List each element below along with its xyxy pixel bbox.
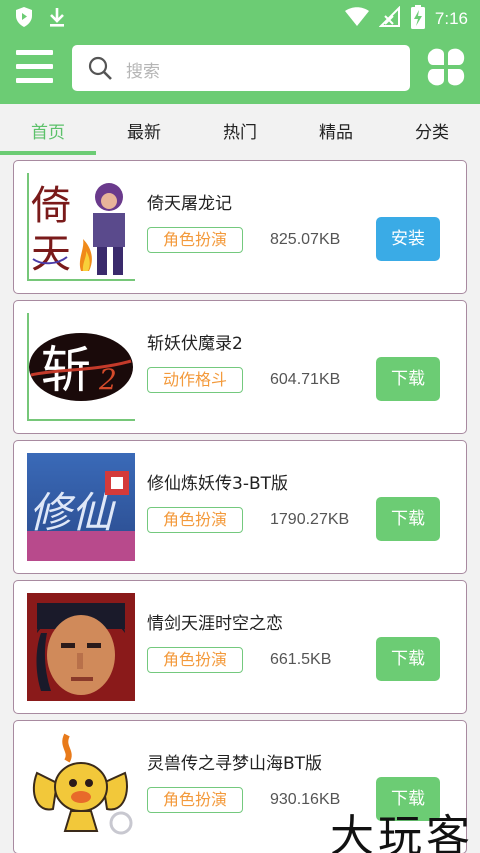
category-tag: 角色扮演 bbox=[147, 647, 243, 673]
tab-indicator bbox=[0, 151, 96, 155]
search-icon bbox=[88, 56, 112, 80]
game-title: 斩妖伏魔录2 bbox=[147, 334, 243, 354]
watermark: 大玩客 bbox=[330, 811, 474, 853]
game-title: 倚天屠龙记 bbox=[147, 194, 232, 214]
category-tag: 角色扮演 bbox=[147, 227, 243, 253]
hamburger-menu-icon[interactable] bbox=[16, 50, 53, 84]
game-title: 灵兽传之寻梦山海BT版 bbox=[147, 754, 323, 774]
search-input[interactable]: 搜索 bbox=[72, 45, 410, 91]
game0-thumb-char-1: 倚 bbox=[31, 183, 71, 229]
game-icon: 斩 2 bbox=[27, 313, 135, 421]
tab-bar: 首页 最新 热门 精品 分类 bbox=[0, 104, 480, 156]
download-button[interactable]: 下载 bbox=[376, 637, 440, 681]
signal-icon bbox=[378, 5, 401, 32]
list-item[interactable]: 斩 2 斩妖伏魔录2 动作格斗 604.71KB 下载 bbox=[13, 300, 467, 434]
category-tag: 角色扮演 bbox=[147, 507, 243, 533]
file-size: 825.07KB bbox=[270, 231, 341, 248]
game-title: 修仙炼妖传3-BT版 bbox=[147, 474, 288, 494]
status-bar: 7:16 bbox=[0, 0, 480, 34]
app-header: 搜索 bbox=[0, 34, 480, 104]
game-icon bbox=[27, 593, 135, 701]
list-item[interactable]: 情剑天涯时空之恋 角色扮演 661.5KB 下载 bbox=[13, 580, 467, 714]
download-button[interactable]: 下载 bbox=[376, 497, 440, 541]
status-time: 7:16 bbox=[434, 9, 468, 28]
list-item[interactable]: 倚 天 倚天屠龙记 角色扮演 825.07KB 安装 bbox=[13, 160, 467, 294]
tab-home[interactable]: 首页 bbox=[0, 118, 96, 143]
file-size: 661.5KB bbox=[270, 651, 332, 668]
tab-featured[interactable]: 精品 bbox=[288, 118, 384, 143]
file-size: 604.71KB bbox=[270, 371, 341, 388]
category-tag: 动作格斗 bbox=[147, 367, 243, 393]
search-placeholder: 搜索 bbox=[126, 62, 160, 82]
file-size: 1790.27KB bbox=[270, 511, 350, 528]
download-icon bbox=[48, 6, 66, 32]
download-button[interactable]: 下载 bbox=[376, 357, 440, 401]
game2-thumb-char: 修仙 bbox=[29, 488, 116, 537]
wifi-icon bbox=[344, 7, 369, 31]
tab-latest[interactable]: 最新 bbox=[96, 118, 192, 143]
clover-icon[interactable] bbox=[425, 46, 467, 88]
shield-icon bbox=[14, 6, 34, 32]
tab-category[interactable]: 分类 bbox=[384, 118, 480, 143]
install-button[interactable]: 安装 bbox=[376, 217, 440, 261]
game-icon: 修仙 bbox=[27, 453, 135, 561]
category-tag: 角色扮演 bbox=[147, 787, 243, 813]
game-title: 情剑天涯时空之恋 bbox=[147, 614, 283, 634]
game0-thumb-char-2: 天 bbox=[31, 231, 71, 277]
game-icon bbox=[27, 733, 135, 841]
battery-charging-icon bbox=[410, 5, 425, 33]
game-icon: 倚 天 bbox=[27, 173, 135, 281]
tab-hot[interactable]: 热门 bbox=[192, 118, 288, 143]
list-item[interactable]: 修仙 修仙炼妖传3-BT版 角色扮演 1790.27KB 下载 bbox=[13, 440, 467, 574]
